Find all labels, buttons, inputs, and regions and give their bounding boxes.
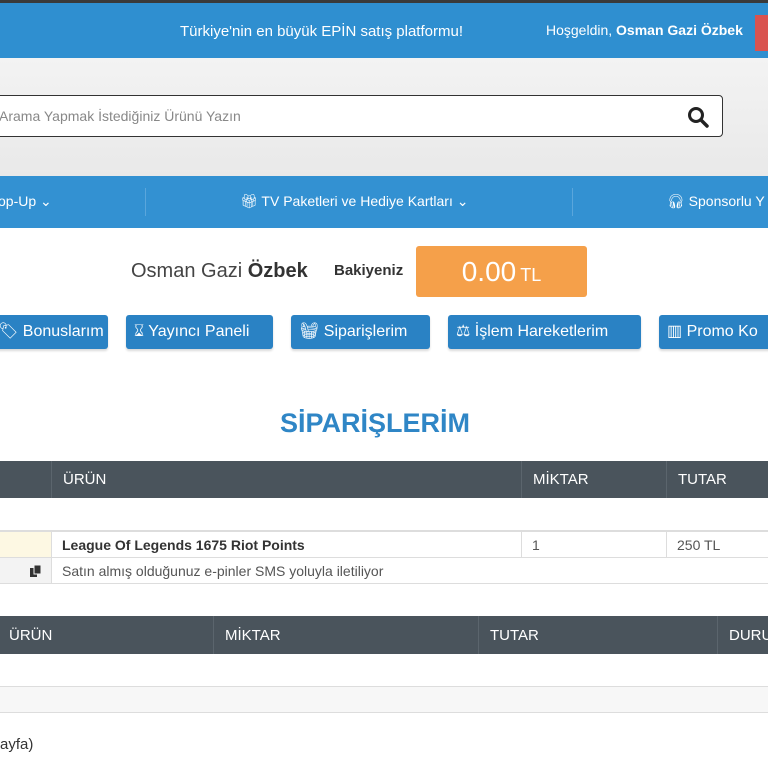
nav-divider [572, 188, 573, 216]
pagination-text: ayfa) [0, 736, 34, 753]
welcome-prefix: Hoşgeldin, [546, 22, 613, 38]
transactions-button[interactable]: ⚖︎ İşlem Hareketlerim [448, 315, 641, 349]
nav-item-tv-gift[interactable]: 🎁︎ TV Paketleri ve Hediye Kartları ⌄ [240, 193, 468, 210]
balance-value: 0.00 [461, 256, 517, 287]
headphones-icon: 🎧︎ [667, 193, 685, 209]
nav-item-topup[interactable]: op-Up ⌄ [0, 193, 52, 210]
column-header-quantity: MİKTAR [213, 616, 478, 654]
button-label: Siparişlerim [323, 323, 408, 340]
search-box [0, 95, 723, 137]
balance-scale-icon: ⚖︎ [456, 323, 471, 340]
table-row-note: Satın almış olduğunuz e-pinler SMS yoluy… [0, 557, 768, 584]
bonuses-button[interactable]: 🏷︎ Bonuslarım [0, 315, 108, 349]
row-status-cell [0, 532, 51, 557]
first-names: Osman Gazi [131, 260, 243, 282]
button-label: Bonuslarım [22, 323, 104, 340]
column-header-quantity: MİKTAR [521, 461, 666, 498]
page-title: SİPARİŞLERİM [279, 408, 470, 438]
slogan: Türkiye'nin en büyük EPİN satış platform… [180, 23, 463, 40]
copy-icon[interactable] [0, 558, 51, 583]
chevron-down-icon: ⌄ [40, 193, 52, 209]
nav-divider [145, 188, 146, 216]
search-input[interactable] [0, 96, 679, 136]
nav-label: TV Paketleri ve Hediye Kartları [261, 193, 453, 209]
column-header-amount: TUTAR [666, 461, 768, 498]
note-cell: Satın almış olduğunuz e-pinler SMS yoluy… [51, 558, 768, 583]
orders-button[interactable]: 🧺︎ Siparişlerim [291, 315, 430, 349]
second-table-header: ÜRÜN MİKTAR TUTAR DURU [0, 616, 768, 654]
streamer-panel-button[interactable]: ⌛︎ Yayıncı Paneli [126, 315, 273, 349]
column-header-product: ÜRÜN [51, 461, 521, 498]
button-label: Promo Ko [686, 323, 758, 340]
balance-label: Bakiyeniz [334, 262, 404, 279]
chevron-down-icon: ⌄ [456, 193, 469, 209]
user-name: Osman Gazi Özbek [131, 260, 308, 283]
basket-icon: 🧺︎ [299, 323, 320, 340]
main-nav: op-Up ⌄ 🎁︎ TV Paketleri ve Hediye Kartla… [0, 176, 768, 228]
table-row-empty [0, 654, 768, 687]
top-bar: Türkiye'nin en büyük EPİN satış platform… [0, 3, 768, 58]
gift-icon: 🎁︎ [240, 193, 258, 209]
promo-code-button[interactable]: ▥ Promo Ko [659, 315, 768, 349]
button-label: İşlem Hareketlerim [474, 323, 609, 340]
last-name: Özbek [247, 260, 308, 282]
button-label: Yayıncı Paneli [148, 323, 250, 340]
nav-item-sponsored[interactable]: 🎧︎ Sponsorlu Y [667, 193, 765, 210]
nav-label: op-Up [0, 193, 37, 209]
column-header-status: DURU [717, 616, 768, 654]
column-header-amount: TUTAR [478, 616, 717, 654]
table-row[interactable]: League Of Legends 1675 Riot Points 1 250… [0, 530, 768, 557]
welcome-text[interactable]: Hoşgeldin, Osman Gazi Özbek [546, 22, 743, 38]
quantity-cell: 1 [521, 532, 666, 557]
balance-box: 0.00 TL [416, 246, 587, 297]
welcome-name: Osman Gazi Özbek [616, 22, 743, 38]
balance-currency: TL [520, 265, 542, 285]
hourglass-icon: ⌛︎ [134, 323, 145, 340]
logout-button[interactable] [755, 15, 768, 51]
amount-cell: 250 TL [666, 532, 768, 557]
tag-icon: 🏷︎ [0, 323, 19, 340]
barcode-icon: ▥ [667, 323, 683, 340]
column-header-product: ÜRÜN [9, 626, 53, 644]
nav-label: Sponsorlu Y [688, 193, 765, 209]
orders-table-header: ÜRÜN MİKTAR TUTAR [0, 461, 768, 498]
product-cell: League Of Legends 1675 Riot Points [51, 532, 521, 557]
search-icon[interactable] [686, 105, 710, 129]
table-row-empty [0, 687, 768, 713]
